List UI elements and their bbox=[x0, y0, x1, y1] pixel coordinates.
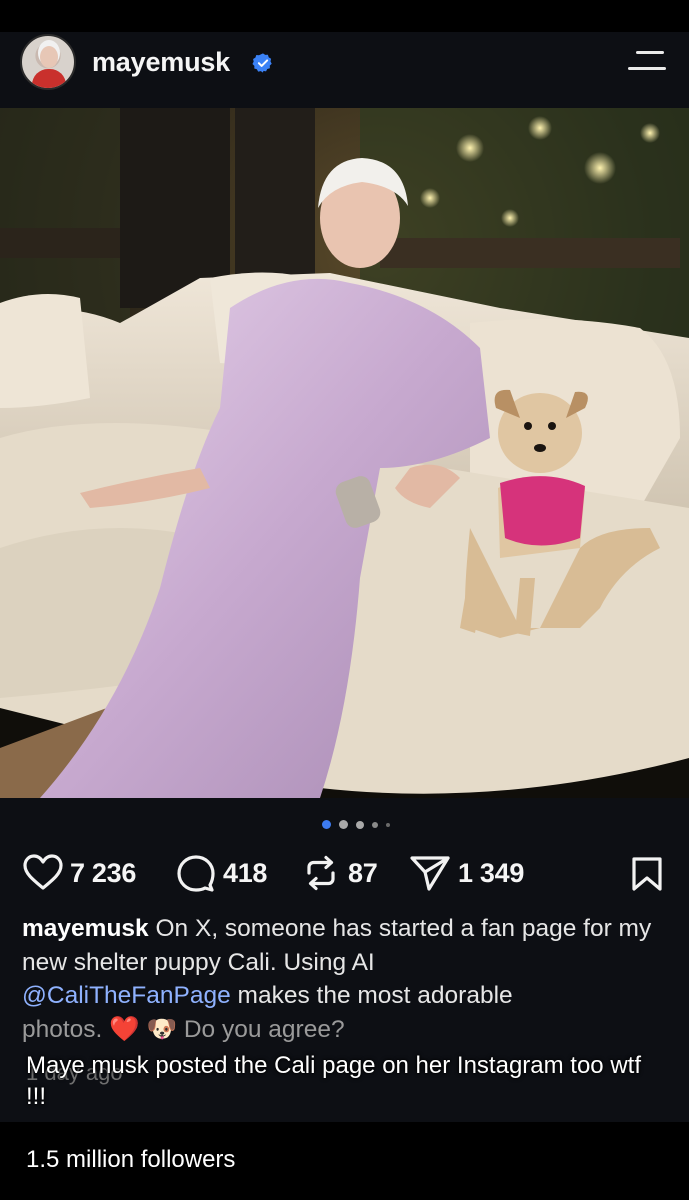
bookmark-icon[interactable] bbox=[630, 856, 664, 892]
carousel-dot-active bbox=[322, 820, 331, 829]
profile-avatar[interactable] bbox=[20, 34, 76, 90]
avatar-shirt bbox=[32, 69, 66, 88]
top-black-strip bbox=[0, 0, 689, 32]
caption-text-2: makes the most adorable bbox=[237, 982, 513, 1009]
action-bar: 7 236 418 87 1 349 bbox=[0, 848, 689, 898]
post-photo[interactable] bbox=[0, 108, 689, 798]
avatar-face bbox=[40, 46, 58, 68]
caption-username[interactable]: mayemusk bbox=[22, 915, 149, 942]
post-username[interactable]: mayemusk bbox=[92, 47, 230, 78]
heart-icon bbox=[23, 854, 63, 890]
like-button[interactable]: 7 236 bbox=[22, 848, 136, 898]
repost-count: 87 bbox=[348, 857, 378, 888]
comment-icon bbox=[177, 855, 215, 892]
repost-button[interactable]: 87 bbox=[300, 848, 378, 898]
share-count: 1 349 bbox=[458, 857, 525, 888]
dog-emoji-icon: 🐶 bbox=[146, 1015, 178, 1043]
carousel-dot bbox=[372, 822, 378, 828]
verified-badge-icon bbox=[252, 53, 272, 73]
caption-mention-link[interactable]: @CaliTheFanPage bbox=[22, 982, 231, 1009]
heart-emoji-icon: ❤️ bbox=[109, 1015, 140, 1043]
share-icon bbox=[410, 856, 450, 891]
carousel-dot bbox=[386, 823, 390, 827]
post-caption: mayemusk On X, someone has started a fan… bbox=[22, 912, 662, 1046]
like-count: 7 236 bbox=[70, 857, 137, 888]
comment-count: 418 bbox=[223, 857, 268, 888]
overlay-comment: Maye musk posted the Cali page on her In… bbox=[26, 1052, 641, 1110]
followers-note: 1.5 million followers bbox=[26, 1146, 236, 1173]
carousel-dots bbox=[322, 820, 402, 830]
menu-icon[interactable] bbox=[628, 49, 666, 73]
carousel-dot bbox=[339, 820, 348, 829]
share-button[interactable]: 1 349 bbox=[408, 848, 524, 898]
caption-text-4: Do you agree? bbox=[183, 1015, 345, 1043]
repost-icon bbox=[307, 855, 335, 891]
comment-button[interactable]: 418 bbox=[175, 848, 267, 898]
carousel-dot bbox=[356, 821, 364, 829]
caption-text-3: photos. bbox=[22, 1015, 103, 1043]
